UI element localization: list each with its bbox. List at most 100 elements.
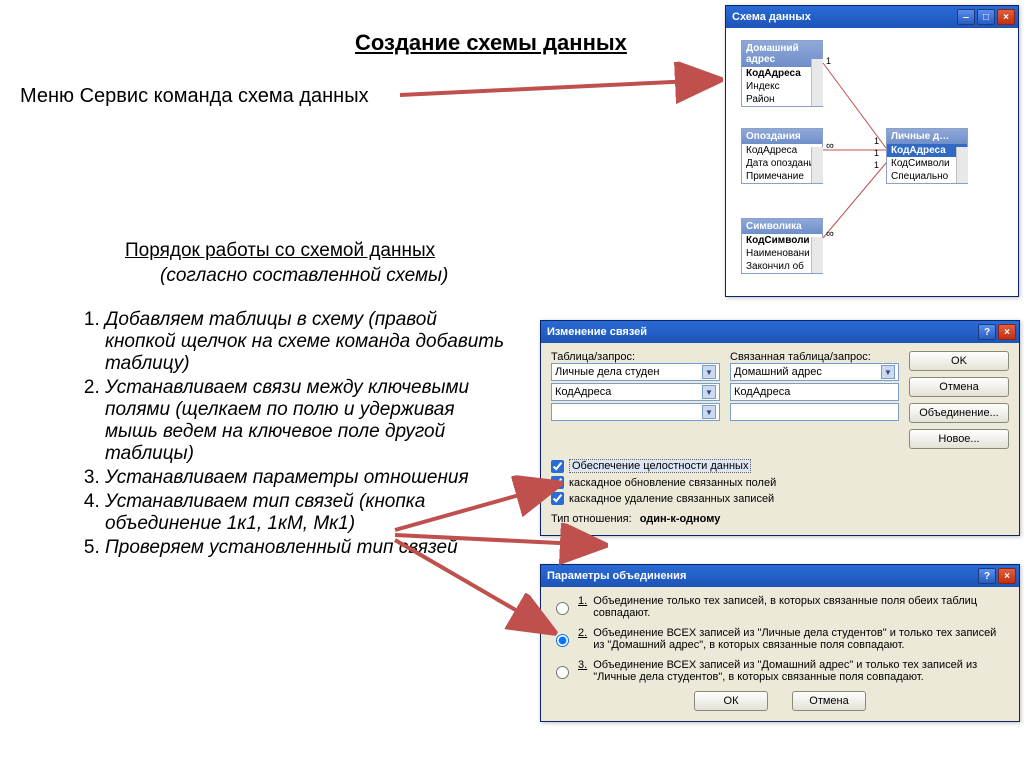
help-button[interactable]: ?: [978, 568, 996, 584]
field[interactable]: Наименовани: [742, 247, 822, 260]
field[interactable]: Район: [742, 93, 822, 106]
checkbox-cascade-delete[interactable]: каскадное удаление связанных записей: [551, 492, 1009, 505]
schema-title: Схема данных: [732, 11, 811, 23]
relation-marker-one: 1: [826, 56, 831, 66]
edit-relationships-dialog: Изменение связей ? × Таблица/запрос: Лич…: [540, 320, 1020, 536]
field-cell-left[interactable]: КодАдреса ▼: [551, 383, 720, 401]
ok-button[interactable]: OK: [909, 351, 1009, 371]
combo-table-right[interactable]: Домашний адрес ▼: [730, 363, 899, 381]
subtitle: Меню Сервис команда схема данных: [20, 85, 369, 108]
join-button[interactable]: Объединение...: [909, 403, 1009, 423]
dialog-titlebar[interactable]: Изменение связей ? ×: [541, 321, 1019, 343]
scrollbar[interactable]: [811, 147, 823, 183]
option-text: Объединение ВСЕХ записей из "Домашний ад…: [593, 659, 1009, 683]
option-number: 2.: [578, 627, 587, 651]
table-personal[interactable]: Личные д… КодАдреса КодСимволи Специальн…: [886, 128, 968, 184]
dropdown-icon[interactable]: ▼: [702, 365, 716, 379]
cancel-button[interactable]: Отмена: [792, 691, 866, 711]
field-cell-empty[interactable]: ▼: [551, 403, 720, 421]
relation-marker-one: 1: [874, 160, 879, 170]
join-option-3[interactable]: 3. Объединение ВСЕХ записей из "Домашний…: [551, 659, 1009, 683]
section-heading: Порядок работы со схемой данных: [125, 240, 435, 262]
field[interactable]: Примечание: [742, 170, 822, 183]
table-header: Домашний адрес: [742, 41, 822, 67]
field[interactable]: Закончил об: [742, 260, 822, 273]
dropdown-icon[interactable]: ▼: [881, 365, 895, 379]
close-button[interactable]: ×: [998, 568, 1016, 584]
field[interactable]: КодСимволи: [887, 157, 967, 170]
join-properties-dialog: Параметры объединения ? × 1. Объединение…: [540, 564, 1020, 722]
table-lateness[interactable]: Опоздания КодАдреса Дата опоздания Приме…: [741, 128, 823, 184]
checkbox-input[interactable]: [551, 492, 564, 505]
radio-input[interactable]: [556, 630, 569, 651]
checkbox-input[interactable]: [551, 460, 564, 473]
option-text: Объединение ВСЕХ записей из "Личные дела…: [593, 627, 1009, 651]
relation-marker-many: ∞: [826, 228, 834, 240]
cancel-button[interactable]: Отмена: [909, 377, 1009, 397]
field[interactable]: КодСимволи: [742, 234, 822, 247]
scrollbar[interactable]: [811, 59, 823, 106]
relation-marker-many: ∞: [826, 140, 834, 152]
join-option-2[interactable]: 2. Объединение ВСЕХ записей из "Личные д…: [551, 627, 1009, 651]
label-table: Таблица/запрос:: [551, 351, 720, 363]
label-related-table: Связанная таблица/запрос:: [730, 351, 899, 363]
schema-window: Схема данных ‒ □ × Домашний адрес КодАдр…: [725, 5, 1019, 297]
field[interactable]: КодАдреса: [742, 144, 822, 157]
field[interactable]: КодАдреса: [887, 144, 967, 157]
help-button[interactable]: ?: [978, 324, 996, 340]
field-value: КодАдреса: [555, 386, 611, 398]
close-button[interactable]: ×: [998, 324, 1016, 340]
field[interactable]: Специально: [887, 170, 967, 183]
checkbox-cascade-update[interactable]: каскадное обновление связанных полей: [551, 476, 1009, 489]
step-2: Устанавливаем связи между ключевыми поля…: [105, 377, 469, 464]
dropdown-icon[interactable]: ▼: [702, 405, 716, 419]
dialog-title: Параметры объединения: [547, 570, 686, 582]
option-number: 3.: [578, 659, 587, 683]
table-symbols[interactable]: Символика КодСимволи Наименовани Закончи…: [741, 218, 823, 274]
radio-input[interactable]: [556, 598, 569, 619]
scrollbar[interactable]: [956, 147, 968, 183]
dropdown-icon[interactable]: ▼: [702, 385, 716, 399]
checkbox-input[interactable]: [551, 476, 564, 489]
maximize-button[interactable]: □: [977, 9, 995, 25]
page-title: Создание схемы данных: [355, 30, 627, 56]
schema-canvas[interactable]: Домашний адрес КодАдреса Индекс Район Оп…: [726, 28, 1018, 296]
relation-marker-one: 1: [874, 136, 879, 146]
field-cell-empty[interactable]: [730, 403, 899, 421]
scrollbar[interactable]: [811, 237, 823, 273]
option-text: Объединение только тех записей, в которы…: [593, 595, 1009, 619]
step-3: Устанавливаем параметры отношения: [105, 467, 469, 488]
field-value: КодАдреса: [734, 386, 790, 398]
radio-input[interactable]: [556, 662, 569, 683]
table-header: Личные д…: [887, 129, 967, 144]
field[interactable]: Дата опоздания: [742, 157, 822, 170]
combo-table-left[interactable]: Личные дела студен ▼: [551, 363, 720, 381]
minimize-button[interactable]: ‒: [957, 9, 975, 25]
table-header: Опоздания: [742, 129, 822, 144]
checkbox-integrity[interactable]: Обеспечение целостности данных: [551, 459, 1009, 473]
option-number: 1.: [578, 595, 587, 619]
relation-type-value: один-к-одному: [640, 513, 721, 525]
section-sub: (согласно составленной схемы): [160, 265, 448, 287]
checkbox-label: каскадное обновление связанных полей: [569, 477, 776, 489]
combo-value: Домашний адрес: [734, 366, 822, 378]
dialog-title: Изменение связей: [547, 326, 647, 338]
field-cell-right[interactable]: КодАдреса: [730, 383, 899, 401]
checkbox-label: каскадное удаление связанных записей: [569, 493, 774, 505]
step-5: Проверяем установленный тип связей: [105, 537, 458, 558]
new-button[interactable]: Новое...: [909, 429, 1009, 449]
ok-button[interactable]: ОК: [694, 691, 768, 711]
step-1: Добавляем таблицы в схему (правой кнопко…: [105, 309, 504, 374]
table-home-address[interactable]: Домашний адрес КодАдреса Индекс Район: [741, 40, 823, 107]
close-button[interactable]: ×: [997, 9, 1015, 25]
join-option-1[interactable]: 1. Объединение только тех записей, в кот…: [551, 595, 1009, 619]
step-4: Устанавливаем тип связей (кнопка объедин…: [105, 491, 425, 534]
field[interactable]: КодАдреса: [742, 67, 822, 80]
dialog-titlebar[interactable]: Параметры объединения ? ×: [541, 565, 1019, 587]
relation-marker-one: 1: [874, 148, 879, 158]
schema-titlebar[interactable]: Схема данных ‒ □ ×: [726, 6, 1018, 28]
field[interactable]: Индекс: [742, 80, 822, 93]
steps-list: Добавляем таблицы в схему (правой кнопко…: [80, 309, 510, 561]
combo-value: Личные дела студен: [555, 366, 659, 378]
relation-type-label: Тип отношения:: [551, 513, 632, 525]
